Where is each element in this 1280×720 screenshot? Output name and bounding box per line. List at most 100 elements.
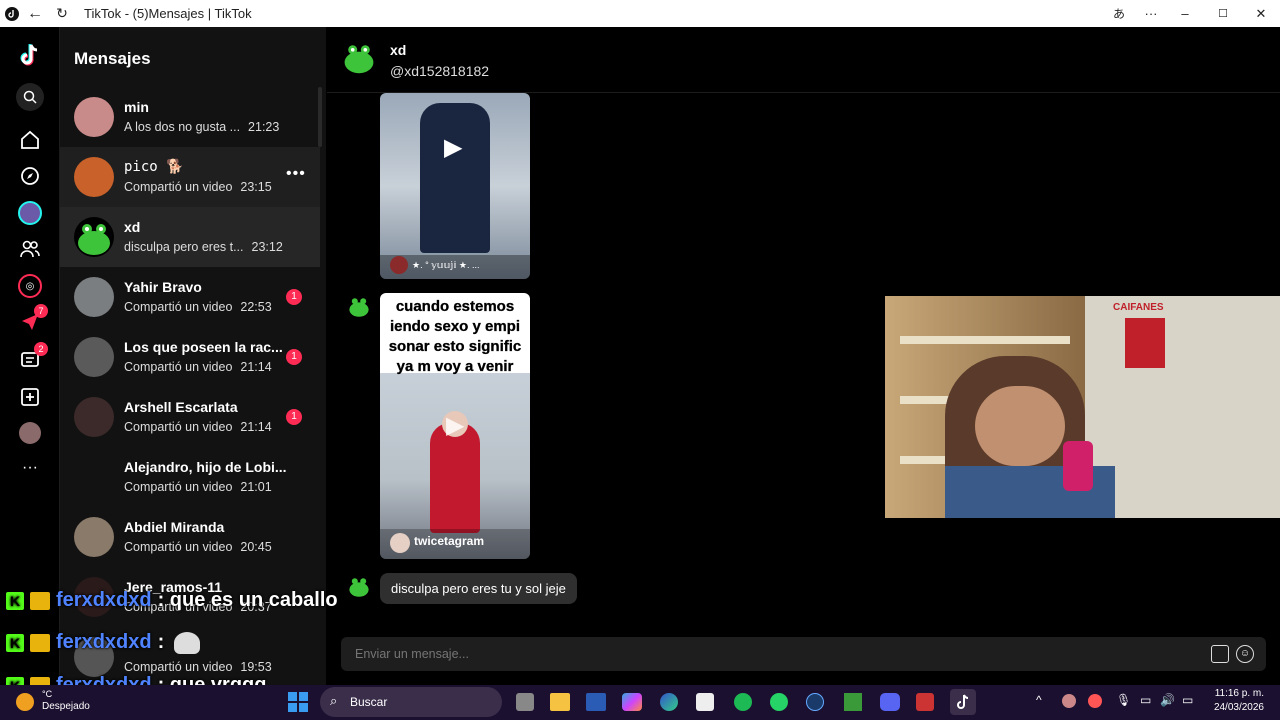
chat-message: : que es un caballo bbox=[157, 589, 338, 611]
conversation-item[interactable]: Abdiel Miranda Compartió un video 20:45 bbox=[60, 507, 320, 567]
kick-badge-icon: K bbox=[6, 591, 24, 610]
conversation-preview: Compartió un video 21:14 bbox=[124, 420, 272, 434]
network-icon[interactable]: ▭ bbox=[1140, 693, 1151, 707]
author-avatar bbox=[390, 533, 410, 553]
shared-video[interactable]: cuando estemos iendo sexo y empi sonar e… bbox=[380, 293, 530, 559]
taskbar-search[interactable]: ⌕ Buscar bbox=[320, 687, 502, 717]
messages-inbox-icon[interactable]: 7 bbox=[16, 304, 48, 336]
message-input-container: ☺ bbox=[341, 637, 1266, 671]
home-icon[interactable] bbox=[16, 126, 44, 154]
conversation-item[interactable]: Los que poseen la rac... Compartió un vi… bbox=[60, 327, 320, 387]
message-bubble: disculpa pero eres tu y sol jeje bbox=[380, 573, 577, 604]
conversation-item[interactable]: Arshell Escarlata Compartió un video 21:1… bbox=[60, 387, 320, 447]
avatar bbox=[74, 337, 114, 377]
image-upload-icon[interactable] bbox=[1211, 645, 1229, 663]
store-icon[interactable] bbox=[696, 693, 714, 711]
weather-icon[interactable] bbox=[16, 693, 34, 711]
conversation-item[interactable]: min A los dos no gusta ... 21:23 bbox=[60, 87, 320, 147]
conversation-preview: A los dos no gusta ... 21:23 bbox=[124, 120, 280, 134]
microphone-icon[interactable]: 🎙 bbox=[1116, 693, 1131, 707]
message-input[interactable] bbox=[341, 637, 1191, 671]
conversation-name: min bbox=[124, 99, 149, 115]
window-title: TikTok - (5)Mensajes | TikTok bbox=[84, 6, 252, 21]
chat-header: xd @xd152818182 bbox=[327, 27, 1280, 93]
chat-name: xd bbox=[390, 42, 407, 58]
app-icon[interactable] bbox=[916, 693, 934, 711]
emote-icon bbox=[174, 631, 201, 654]
word-icon[interactable] bbox=[586, 693, 606, 711]
tray-chevron-icon[interactable]: ^ bbox=[1036, 693, 1042, 707]
upload-icon[interactable] bbox=[16, 383, 44, 411]
spotify-icon[interactable] bbox=[734, 693, 752, 711]
crown-badge-icon bbox=[30, 633, 50, 652]
clock-time[interactable]: 11:16 p. m. bbox=[1212, 688, 1264, 699]
windows-start-icon[interactable] bbox=[288, 692, 308, 712]
battery-icon[interactable]: ▭ bbox=[1182, 693, 1193, 707]
emoji-icon[interactable]: ☺ bbox=[1236, 645, 1254, 663]
conversation-preview: Compartió un video 21:01 bbox=[124, 480, 272, 494]
webcam-overlay: CAIFANES bbox=[885, 296, 1280, 518]
unread-badge: 1 bbox=[286, 409, 302, 425]
conversation-item[interactable]: 𝚙𝚒𝚌𝚘 🐕 Compartió un video 23:15 ••• bbox=[60, 147, 320, 207]
reload-icon[interactable]: ↻ bbox=[54, 0, 70, 27]
crown-badge-icon bbox=[30, 591, 50, 610]
conversation-name: Los que poseen la rac... bbox=[124, 339, 283, 355]
explore-compass-icon[interactable] bbox=[16, 162, 44, 190]
clock-date[interactable]: 24/03/2026 bbox=[1212, 702, 1264, 713]
translate-icon[interactable]: あ bbox=[1110, 0, 1128, 27]
volume-icon[interactable]: 🔊 bbox=[1160, 693, 1175, 707]
weather-temp: °C bbox=[42, 689, 53, 699]
obs-icon[interactable] bbox=[806, 693, 824, 711]
task-view-icon[interactable] bbox=[516, 693, 534, 711]
tray-icon[interactable] bbox=[1088, 694, 1102, 708]
tiktok-taskbar-icon[interactable] bbox=[950, 689, 976, 715]
friends-icon[interactable] bbox=[16, 235, 44, 263]
author-avatar bbox=[390, 256, 408, 274]
chat-avatar[interactable] bbox=[341, 39, 377, 75]
edge-icon[interactable] bbox=[660, 693, 678, 711]
more-icon[interactable]: ··· bbox=[16, 454, 44, 482]
sender-avatar bbox=[347, 574, 371, 598]
cup bbox=[1063, 441, 1093, 491]
whatsapp-icon[interactable] bbox=[770, 693, 788, 711]
poster-sign: CAIFANES bbox=[1113, 302, 1164, 313]
window-titlebar: ← ↻ TikTok - (5)Mensajes | TikTok あ ··· … bbox=[0, 0, 1280, 27]
tiktok-app-icon bbox=[4, 0, 20, 27]
back-arrow-icon[interactable]: ← bbox=[26, 0, 44, 27]
file-explorer-icon[interactable] bbox=[550, 693, 570, 711]
unread-badge: 1 bbox=[286, 289, 302, 305]
conversation-preview: Compartió un video 21:14 bbox=[124, 360, 272, 374]
tray-icon[interactable] bbox=[1062, 694, 1076, 708]
minimize-button[interactable]: – bbox=[1176, 0, 1194, 27]
chat-username: ferxdxdxd bbox=[56, 589, 152, 611]
live-icon[interactable]: ◎ bbox=[16, 272, 44, 300]
more-options-icon[interactable]: ••• bbox=[286, 165, 306, 183]
shared-video[interactable]: ▶ ★. ° 𝕪𝕦𝕦𝕛𝕚 ★. ... bbox=[380, 93, 530, 279]
search-icon[interactable] bbox=[16, 83, 44, 111]
conversation-preview: Compartió un video 22:53 bbox=[124, 300, 272, 314]
conversation-preview: Compartió un video 23:15 bbox=[124, 180, 272, 194]
conversation-item[interactable]: Alejandro, hijo de Lobi... Compartió un … bbox=[60, 447, 320, 507]
maximize-button[interactable]: ☐ bbox=[1214, 0, 1232, 27]
play-icon[interactable]: ▶ bbox=[446, 411, 464, 440]
discord-icon[interactable] bbox=[880, 693, 900, 711]
close-button[interactable]: ✕ bbox=[1252, 0, 1270, 27]
activity-icon[interactable]: 2 bbox=[16, 342, 48, 374]
avatar bbox=[74, 457, 114, 497]
tiktok-logo-icon[interactable] bbox=[16, 41, 44, 69]
stream-chat-line: K ferxdxdxd: bbox=[6, 631, 201, 654]
play-icon[interactable]: ▶ bbox=[444, 133, 462, 162]
copilot-icon[interactable] bbox=[622, 693, 642, 711]
conversation-preview: disculpa pero eres t... 23:12 bbox=[124, 240, 283, 254]
more-options-icon[interactable]: ··· bbox=[1142, 0, 1160, 27]
avatar bbox=[74, 217, 114, 257]
profile-avatar-icon[interactable] bbox=[16, 419, 44, 447]
chat-handle: @xd152818182 bbox=[390, 63, 490, 79]
conversation-item[interactable]: Yahir Bravo Compartió un video 22:53 1 bbox=[60, 267, 320, 327]
conversation-name: Alejandro, hijo de Lobi... bbox=[124, 459, 287, 475]
following-avatar-icon[interactable] bbox=[16, 199, 44, 227]
minecraft-icon[interactable] bbox=[844, 693, 862, 711]
conversation-item[interactable]: xd disculpa pero eres t... 23:12 bbox=[60, 207, 320, 267]
conversation-name: xd bbox=[124, 219, 141, 235]
conversation-panel: Mensajes min A los dos no gusta ... 21:23… bbox=[60, 27, 326, 685]
